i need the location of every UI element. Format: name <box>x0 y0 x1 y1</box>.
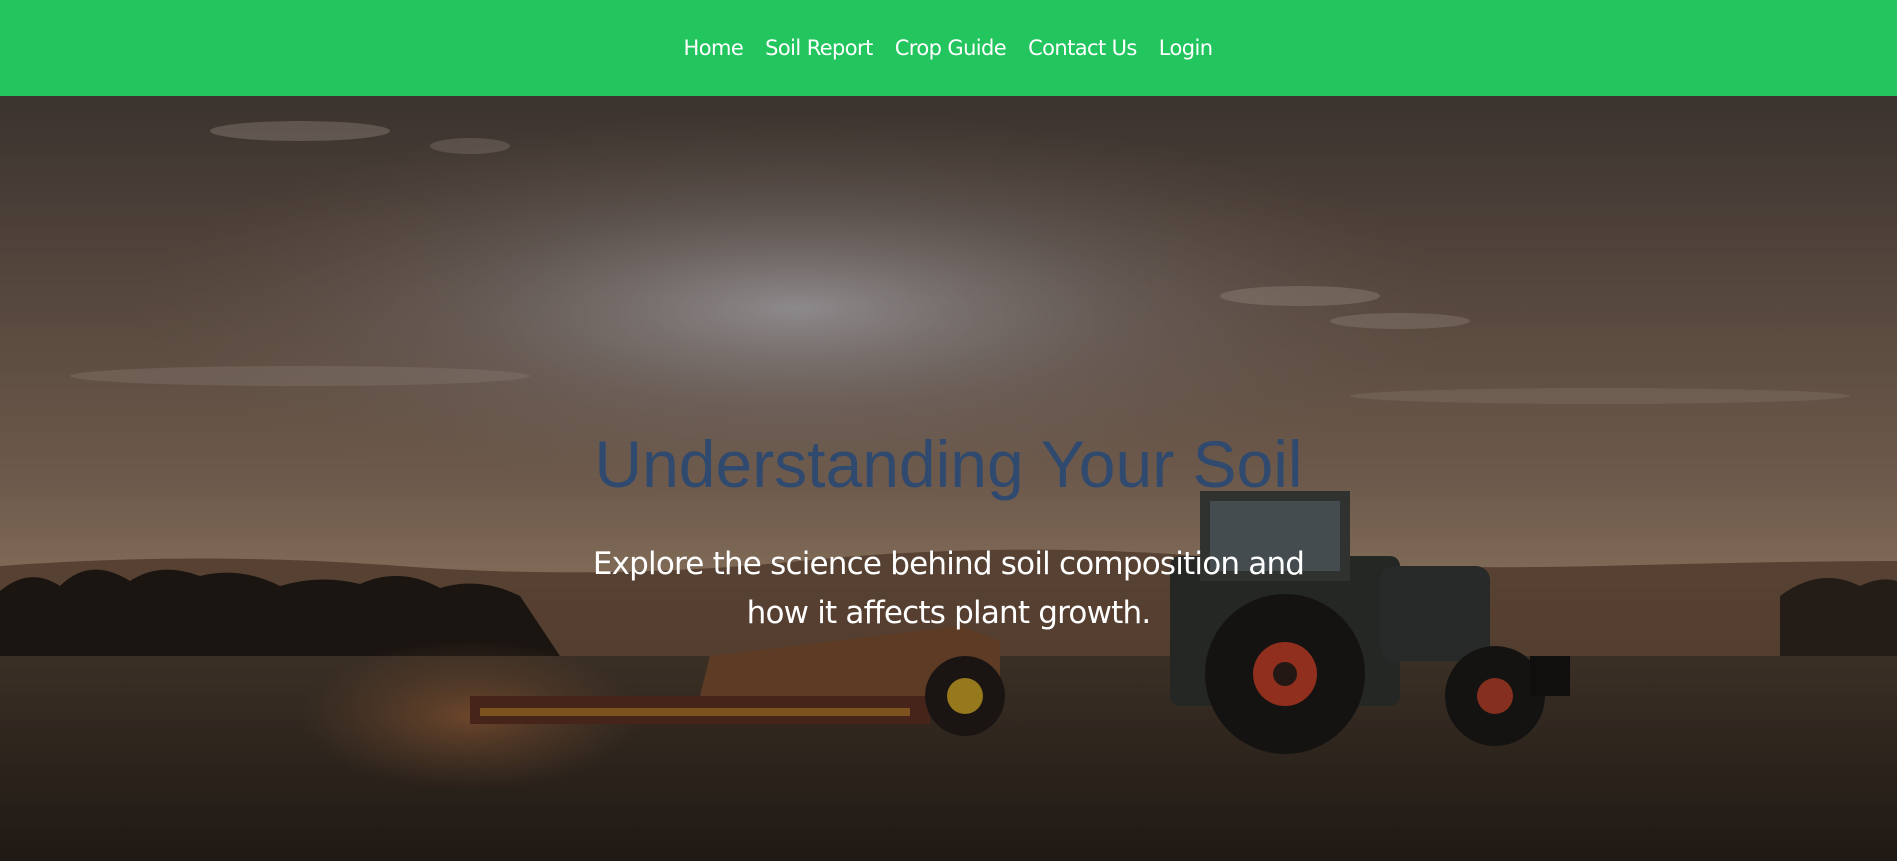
nav-item-soil-report: Soil Report <box>765 36 873 60</box>
hero-title: Understanding Your Soil <box>594 427 1303 501</box>
nav-item-login: Login <box>1159 36 1213 60</box>
hero-content: Understanding Your Soil Explore the scie… <box>0 431 1897 638</box>
navbar: Home Soil Report Crop Guide Contact Us L… <box>0 0 1897 96</box>
nav-link-home[interactable]: Home <box>684 36 744 60</box>
nav-link-contact-us[interactable]: Contact Us <box>1028 36 1137 60</box>
nav-item-home: Home <box>684 36 744 60</box>
nav-item-crop-guide: Crop Guide <box>895 36 1007 60</box>
nav-link-crop-guide[interactable]: Crop Guide <box>895 36 1007 60</box>
nav-menu: Home Soil Report Crop Guide Contact Us L… <box>684 36 1213 60</box>
nav-item-contact-us: Contact Us <box>1028 36 1137 60</box>
nav-link-soil-report[interactable]: Soil Report <box>765 36 873 60</box>
hero-section: Understanding Your Soil Explore the scie… <box>0 96 1897 861</box>
nav-link-login[interactable]: Login <box>1159 36 1213 60</box>
hero-subtitle: Explore the science behind soil composit… <box>592 546 1305 631</box>
